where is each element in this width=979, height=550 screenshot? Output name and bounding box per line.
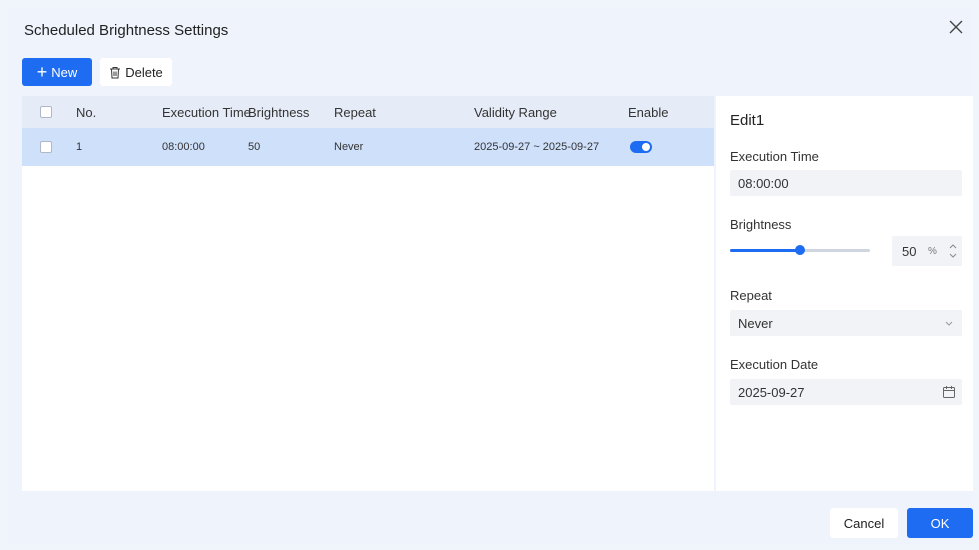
row-execution-time: 08:00:00 xyxy=(162,141,205,153)
plus-icon: + xyxy=(36,62,48,82)
repeat-select[interactable]: Never xyxy=(730,310,962,336)
calendar-icon[interactable] xyxy=(942,385,956,399)
table-header: No. Execution Time Brightness Repeat Val… xyxy=(22,96,714,128)
row-brightness: 50 xyxy=(248,141,261,153)
execution-time-value: 08:00:00 xyxy=(738,175,789,191)
brightness-unit: % xyxy=(928,246,937,257)
delete-button-label: Delete xyxy=(125,64,163,80)
chevron-down-icon xyxy=(945,321,953,326)
table-row[interactable]: 1 08:00:00 50 Never 2025-09-27 ~ 2025-09… xyxy=(22,128,714,166)
row-validity-range: 2025-09-27 ~ 2025-09-27 xyxy=(474,141,600,153)
execution-time-input[interactable]: 08:00:00 xyxy=(730,170,962,196)
brightness-slider-thumb[interactable] xyxy=(795,245,805,255)
brightness-value: 50 xyxy=(902,244,917,259)
repeat-value: Never xyxy=(738,315,773,331)
execution-date-value: 2025-09-27 xyxy=(738,384,805,400)
row-no: 1 xyxy=(76,141,83,153)
row-repeat: Never xyxy=(334,141,364,153)
repeat-label: Repeat xyxy=(730,288,772,303)
cancel-button[interactable]: Cancel xyxy=(830,508,898,538)
brightness-slider-fill xyxy=(730,249,800,252)
brightness-slider[interactable] xyxy=(730,245,870,255)
scheduled-brightness-dialog: Scheduled Brightness Settings + New Dele… xyxy=(8,8,973,544)
new-button[interactable]: + New xyxy=(22,58,92,86)
enable-toggle[interactable] xyxy=(630,141,652,153)
execution-date-input[interactable]: 2025-09-27 xyxy=(730,379,962,405)
select-all-checkbox[interactable] xyxy=(40,106,52,118)
execution-time-label: Execution Time xyxy=(730,149,819,164)
column-repeat: Repeat xyxy=(334,104,376,120)
column-brightness: Brightness xyxy=(248,104,310,120)
column-execution-time: Execution Time xyxy=(162,104,251,120)
column-no: No. xyxy=(76,104,97,120)
column-enable: Enable xyxy=(628,104,669,120)
spinner-icon[interactable] xyxy=(948,239,958,263)
ok-button[interactable]: OK xyxy=(907,508,973,538)
dialog-title: Scheduled Brightness Settings xyxy=(24,22,229,39)
execution-date-label: Execution Date xyxy=(730,357,819,372)
brightness-stepper[interactable]: 50 % xyxy=(892,236,962,266)
edit-panel-title: Edit1 xyxy=(730,112,765,129)
trash-icon xyxy=(110,66,121,78)
close-icon[interactable] xyxy=(945,16,967,38)
new-button-label: New xyxy=(51,64,78,80)
schedule-table: No. Execution Time Brightness Repeat Val… xyxy=(22,96,714,491)
edit-panel: Edit1 Execution Time 08:00:00 Brightness… xyxy=(716,96,973,491)
column-validity-range: Validity Range xyxy=(474,104,557,120)
row-checkbox[interactable] xyxy=(40,141,52,153)
brightness-label: Brightness xyxy=(730,217,792,232)
delete-button[interactable]: Delete xyxy=(100,58,172,86)
